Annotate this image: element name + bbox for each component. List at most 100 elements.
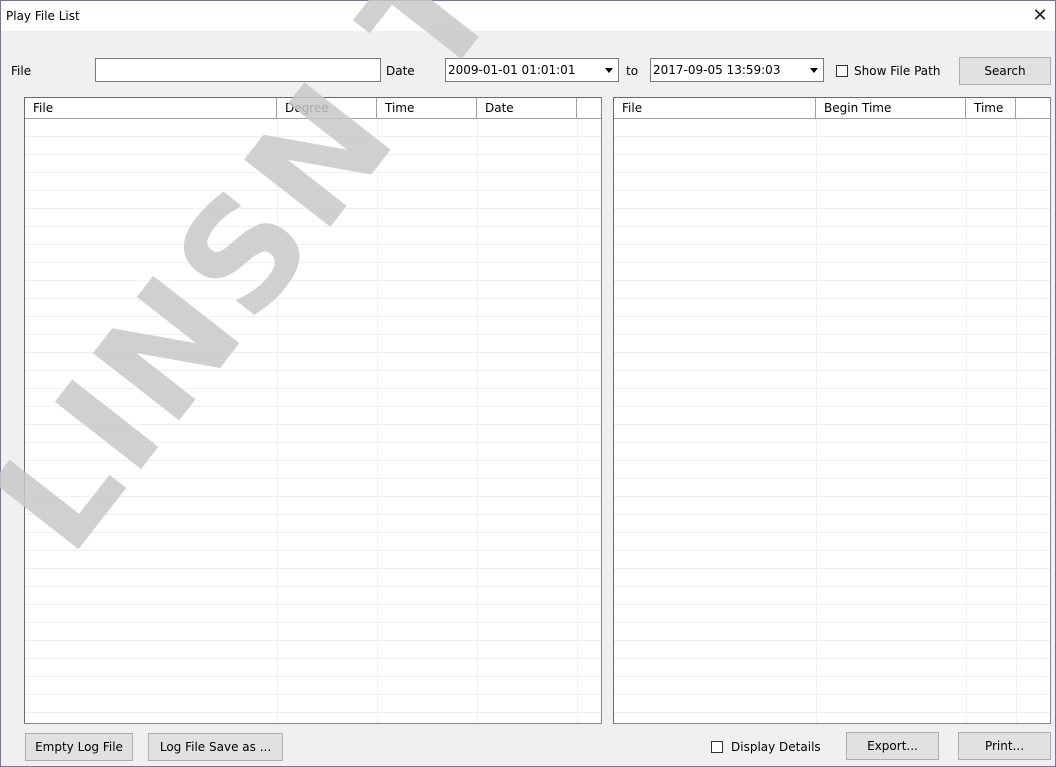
table-row[interactable] — [614, 407, 1050, 425]
table-row[interactable] — [25, 605, 601, 623]
export-button[interactable]: Export... — [846, 732, 939, 760]
table-row[interactable] — [25, 677, 601, 695]
log-file-save-as-button[interactable]: Log File Save as ... — [148, 733, 283, 761]
date-from-select[interactable]: 2009-01-01 01:01:01 — [445, 58, 619, 82]
table-row[interactable] — [25, 299, 601, 317]
display-details-checkbox[interactable] — [711, 741, 723, 753]
table-row[interactable] — [614, 119, 1050, 137]
column-header-extra[interactable] — [577, 98, 601, 118]
show-file-path-checkbox[interactable] — [836, 65, 848, 77]
table-row[interactable] — [25, 371, 601, 389]
table-row[interactable] — [614, 335, 1050, 353]
table-row[interactable] — [25, 623, 601, 641]
column-header-degree[interactable]: Degree — [277, 98, 377, 118]
table-row[interactable] — [25, 515, 601, 533]
table-row[interactable] — [614, 713, 1050, 723]
table-row[interactable] — [614, 281, 1050, 299]
column-header-time[interactable]: Time — [377, 98, 477, 118]
table-row[interactable] — [25, 227, 601, 245]
table-row[interactable] — [25, 281, 601, 299]
table-row[interactable] — [614, 155, 1050, 173]
file-filter-input[interactable] — [95, 58, 381, 82]
table-row[interactable] — [25, 335, 601, 353]
table-row[interactable] — [25, 443, 601, 461]
file-log-list[interactable]: File Degree Time Date — [24, 97, 602, 724]
column-header-time[interactable]: Time — [966, 98, 1016, 118]
table-row[interactable] — [614, 479, 1050, 497]
table-row[interactable] — [25, 173, 601, 191]
column-header-extra[interactable] — [1016, 98, 1050, 118]
table-row[interactable] — [614, 191, 1050, 209]
empty-log-file-button[interactable]: Empty Log File — [25, 733, 133, 761]
table-row[interactable] — [25, 191, 601, 209]
table-row[interactable] — [25, 353, 601, 371]
file-log-rows — [25, 119, 601, 723]
table-row[interactable] — [614, 533, 1050, 551]
table-row[interactable] — [25, 245, 601, 263]
table-row[interactable] — [614, 695, 1050, 713]
table-row[interactable] — [614, 623, 1050, 641]
table-row[interactable] — [25, 551, 601, 569]
table-row[interactable] — [25, 497, 601, 515]
table-row[interactable] — [614, 677, 1050, 695]
table-row[interactable] — [25, 209, 601, 227]
table-row[interactable] — [25, 641, 601, 659]
table-row[interactable] — [25, 407, 601, 425]
close-icon[interactable]: ✕ — [1029, 5, 1051, 27]
table-row[interactable] — [25, 479, 601, 497]
table-row[interactable] — [25, 659, 601, 677]
table-row[interactable] — [614, 353, 1050, 371]
column-header-file[interactable]: File — [25, 98, 277, 118]
table-row[interactable] — [614, 641, 1050, 659]
table-row[interactable] — [25, 137, 601, 155]
table-row[interactable] — [614, 659, 1050, 677]
table-row[interactable] — [25, 119, 601, 137]
print-button[interactable]: Print... — [958, 732, 1051, 760]
table-row[interactable] — [25, 425, 601, 443]
table-row[interactable] — [614, 299, 1050, 317]
table-row[interactable] — [25, 263, 601, 281]
table-row[interactable] — [25, 695, 601, 713]
chevron-down-icon[interactable] — [805, 59, 823, 81]
table-row[interactable] — [25, 713, 601, 723]
column-header-begin-time[interactable]: Begin Time — [816, 98, 966, 118]
table-row[interactable] — [614, 425, 1050, 443]
table-row[interactable] — [614, 587, 1050, 605]
table-row[interactable] — [614, 461, 1050, 479]
table-row[interactable] — [614, 317, 1050, 335]
table-row[interactable] — [25, 533, 601, 551]
table-row[interactable] — [614, 263, 1050, 281]
date-to-select[interactable]: 2017-09-05 13:59:03 — [650, 58, 824, 82]
table-row[interactable] — [614, 551, 1050, 569]
column-divider — [377, 119, 378, 723]
table-row[interactable] — [614, 443, 1050, 461]
chevron-down-icon[interactable] — [600, 59, 618, 81]
search-button[interactable]: Search — [959, 57, 1051, 85]
table-row[interactable] — [614, 173, 1050, 191]
table-row[interactable] — [25, 389, 601, 407]
table-row[interactable] — [25, 569, 601, 587]
column-divider — [577, 119, 578, 723]
table-row[interactable] — [614, 569, 1050, 587]
table-row[interactable] — [614, 389, 1050, 407]
file-log-list-header: File Degree Time Date — [25, 98, 601, 119]
window-title: Play File List — [6, 9, 80, 23]
table-row[interactable] — [614, 209, 1050, 227]
play-file-list-header: File Begin Time Time — [614, 98, 1050, 119]
table-row[interactable] — [614, 371, 1050, 389]
play-file-list[interactable]: File Begin Time Time — [613, 97, 1051, 724]
table-row[interactable] — [25, 155, 601, 173]
table-row[interactable] — [25, 461, 601, 479]
title-bar: Play File List ✕ — [1, 1, 1055, 31]
table-row[interactable] — [614, 497, 1050, 515]
column-header-file[interactable]: File — [614, 98, 816, 118]
table-row[interactable] — [614, 227, 1050, 245]
table-row[interactable] — [614, 245, 1050, 263]
table-row[interactable] — [25, 317, 601, 335]
date-to-value: 2017-09-05 13:59:03 — [653, 63, 781, 77]
table-row[interactable] — [614, 137, 1050, 155]
table-row[interactable] — [25, 587, 601, 605]
column-header-date[interactable]: Date — [477, 98, 577, 118]
table-row[interactable] — [614, 515, 1050, 533]
table-row[interactable] — [614, 605, 1050, 623]
